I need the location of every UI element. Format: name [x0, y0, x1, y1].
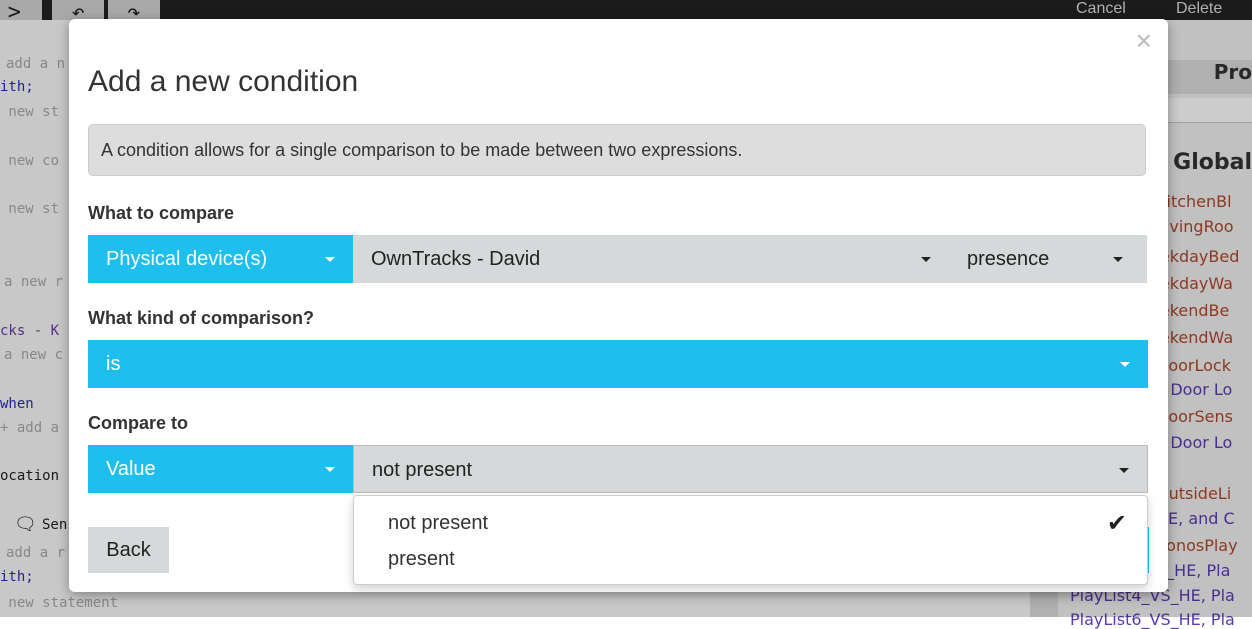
- comparison-select[interactable]: is: [88, 340, 1148, 388]
- dropdown-option-not-present[interactable]: not present ✔: [354, 505, 1147, 542]
- value-dropdown-menu: not present ✔ present: [353, 495, 1148, 585]
- caret-down-icon: [325, 257, 335, 262]
- compare-label: What to compare: [88, 203, 235, 223]
- back-button[interactable]: Back: [88, 527, 169, 573]
- dialog-title: Add a new condition: [88, 65, 359, 98]
- compare-to-label: Compare to: [88, 413, 189, 433]
- check-icon: ✔: [1106, 510, 1127, 537]
- info-alert: A condition allows for a single comparis…: [88, 124, 1146, 176]
- dropdown-option-present[interactable]: present: [354, 541, 1147, 578]
- close-icon[interactable]: ×: [1136, 27, 1152, 55]
- compare-to-type-select[interactable]: Value: [88, 445, 353, 493]
- attribute-select[interactable]: presence: [949, 235, 1147, 283]
- caret-down-icon: [325, 467, 335, 472]
- compare-type-select[interactable]: Physical device(s): [88, 235, 353, 283]
- caret-down-icon: [1119, 468, 1129, 473]
- comparison-label: What kind of comparison?: [88, 308, 315, 328]
- caret-down-icon: [1120, 362, 1130, 367]
- caret-down-icon: [921, 257, 931, 262]
- device-select[interactable]: OwnTracks - David: [353, 235, 949, 283]
- value-select[interactable]: not present: [353, 445, 1148, 493]
- caret-down-icon: [1113, 257, 1123, 262]
